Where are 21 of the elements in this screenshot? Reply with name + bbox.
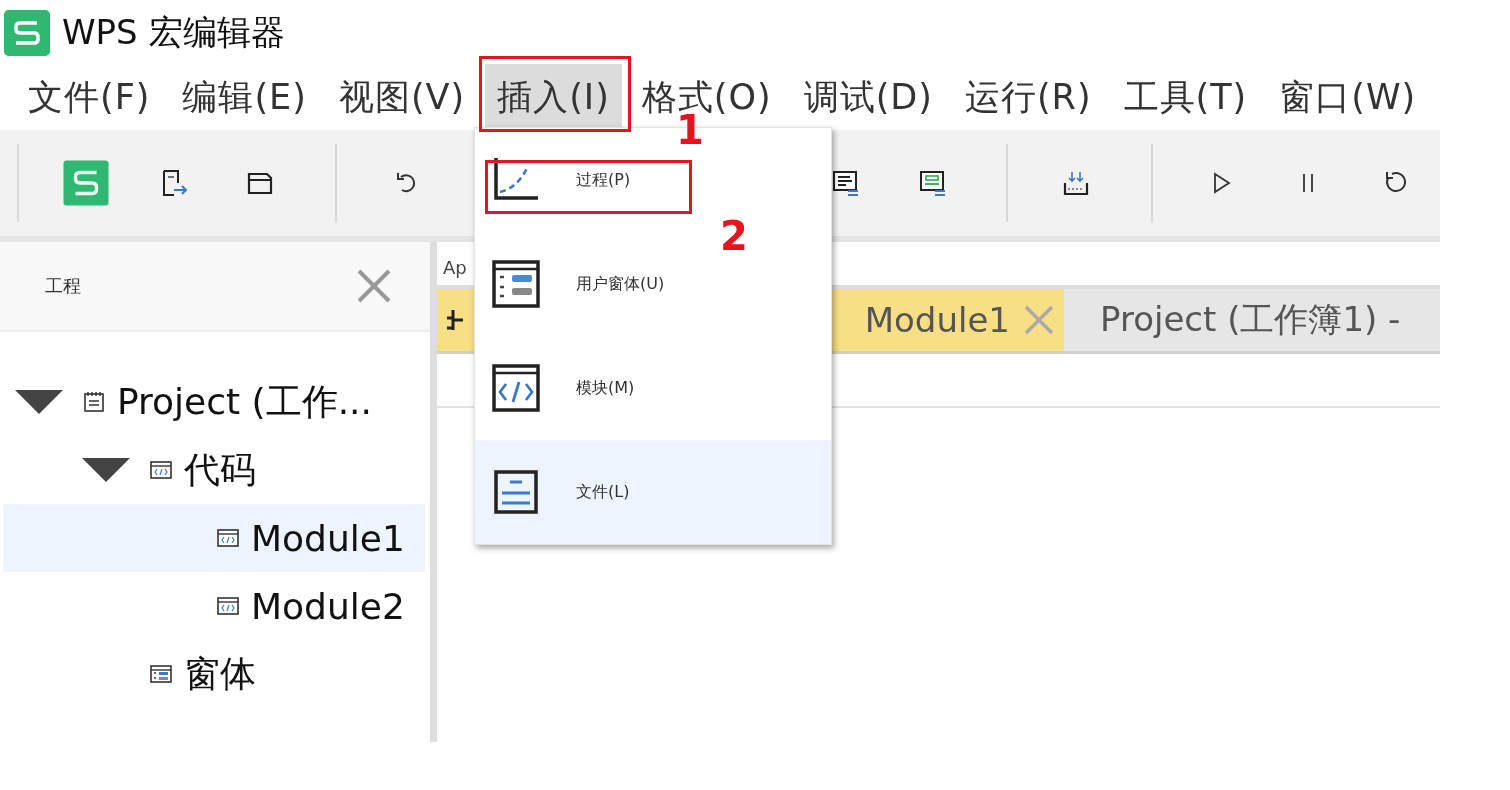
menu-item[interactable]: 模块(M) [475,336,831,440]
tree-item-label: 代码 [184,447,256,492]
tree-item-label: Project (工作... [117,379,372,424]
tree-row[interactable]: 代码 [3,436,425,504]
menu-item[interactable]: 文件(F) [16,64,163,131]
menu-item[interactable]: 运行(R) [952,64,1104,131]
tree-row[interactable]: Project (工作... [3,368,425,436]
menu-item[interactable]: 视图(V) [326,64,478,131]
menu-item[interactable]: 文件(L) [475,440,831,544]
tree-row[interactable]: 窗体 [3,640,425,708]
menu-item[interactable]: 编辑(E) [170,64,319,131]
window-title: WPS 宏编辑器 [62,10,285,54]
menu-item[interactable]: 工具(T) [1111,64,1260,131]
menu-item[interactable]: 调试(D) [791,64,945,131]
tree-row[interactable]: Module2 [3,572,425,640]
tree-item-label: 窗体 [184,651,256,696]
tree-item-label: Module1 [251,517,405,559]
menu-item[interactable]: 窗口(W) [1267,64,1429,131]
tree-item-label: Module2 [251,585,405,627]
panel-title: 工程 [45,274,81,298]
tree-row[interactable]: Module1 [3,504,425,572]
